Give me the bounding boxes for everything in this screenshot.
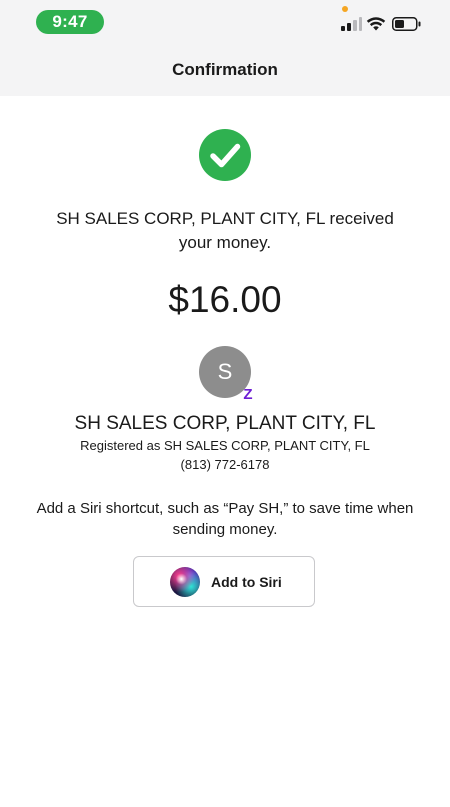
add-to-siri-label: Add to Siri [211,573,282,590]
registered-as-text: Registered as SH SALES CORP, PLANT CITY,… [80,438,370,453]
zelle-badge-icon: Z [243,386,253,403]
confirmation-screen: 9:47 Confirmation SH SALES CORP, PLANT C… [0,0,450,807]
page-title: Confirmation [172,60,278,79]
top-bar: 9:47 Confirmation [0,0,450,96]
recipient-phone: (813) 772-6178 [180,457,270,472]
amount-sent: $16.00 [168,279,282,320]
recipient-name: SH SALES CORP, PLANT CITY, FL [74,413,376,434]
privacy-dot-icon [342,6,348,12]
wifi-icon [366,17,386,31]
siri-shortcut-hint: Add a Siri shortcut, such as “Pay SH,” t… [36,500,414,538]
siri-orb-icon [170,566,200,597]
add-to-siri-button[interactable]: Add to Siri [133,556,315,607]
confirmation-message: SH SALES CORP, PLANT CITY, FL received y… [56,209,394,252]
battery-icon [392,17,421,31]
cellular-signal-icon [341,17,362,31]
check-circle-icon [199,129,251,181]
status-time: 9:47 [36,10,104,34]
